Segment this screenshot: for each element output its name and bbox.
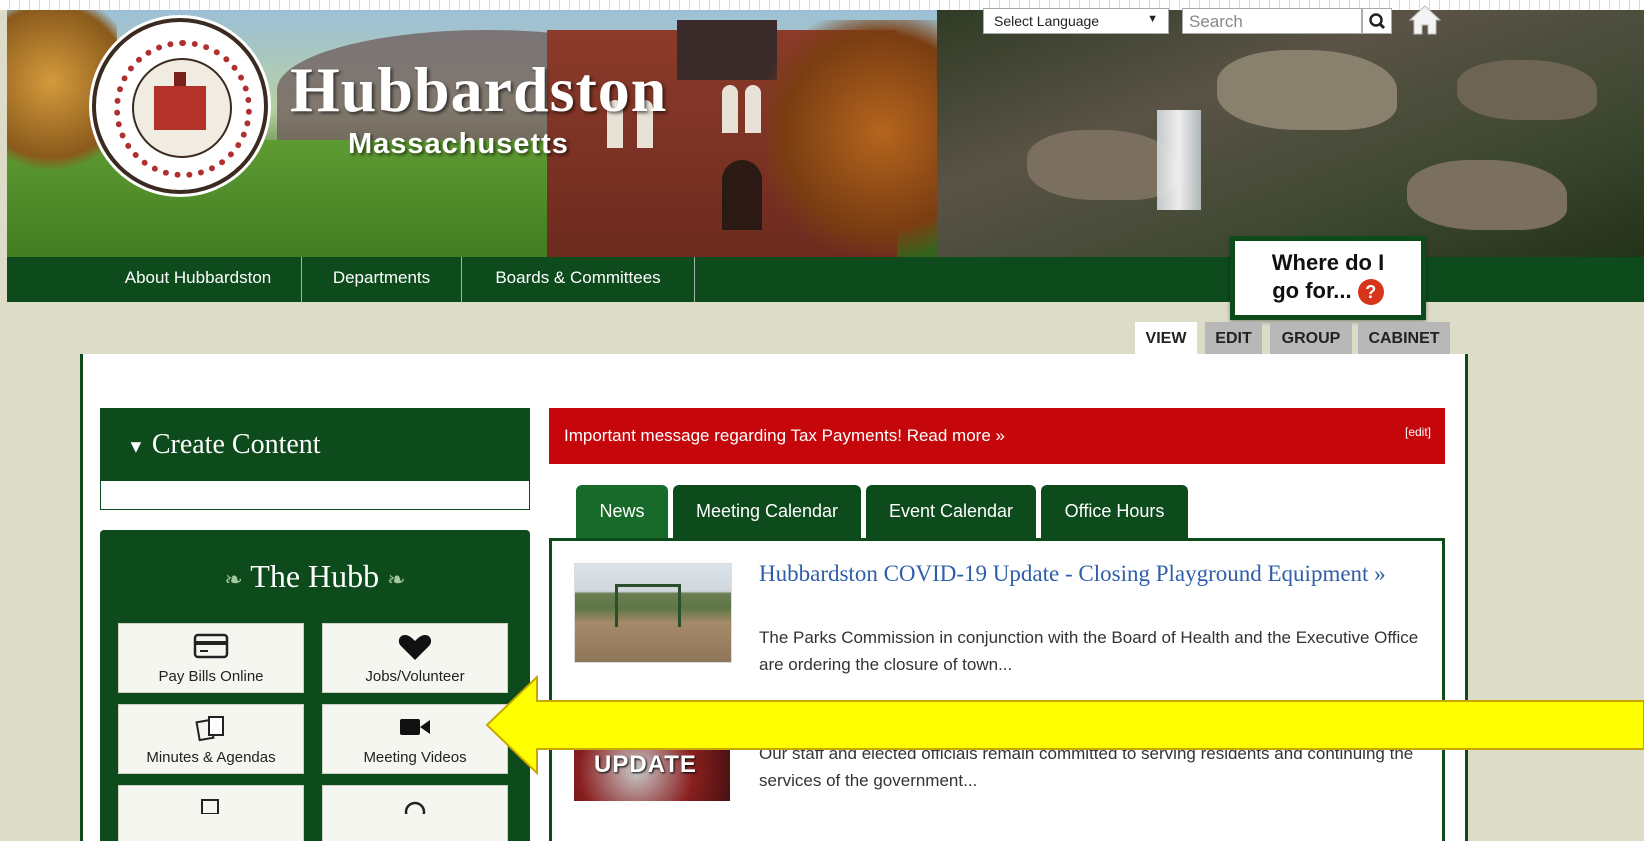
circle-icon [404,801,426,823]
tab-office-hours[interactable]: Office Hours [1041,485,1188,541]
tab-cabinet[interactable]: CABINET [1358,322,1450,356]
tile-jobs-volunteer[interactable]: Jobs/Volunteer [322,623,508,693]
hubb-title: ❧ The Hubb ❧ [100,558,530,595]
site-subtitle: Massachusetts [348,128,569,160]
town-seal-logo[interactable] [92,18,268,194]
search-placeholder: Search [1189,12,1243,31]
banner-rocks [937,10,1644,270]
create-content-toggle[interactable]: ▼ Create Content [101,409,529,481]
where-line-1: Where do I [1271,250,1385,275]
edit-icon [201,799,219,815]
documents-icon [195,716,224,742]
alert-edit-link[interactable]: [edit] [1405,404,1431,460]
home-button[interactable] [1408,4,1442,36]
top-strip [0,0,1644,10]
leaf-icon: ❧ [387,567,406,592]
tab-meeting-calendar[interactable]: Meeting Calendar [673,485,861,541]
tab-news[interactable]: News [576,485,668,541]
tile-label: Meeting Videos [363,749,467,766]
tile-label: Minutes & Agendas [146,749,276,766]
nav-departments[interactable]: Departments [302,257,462,302]
search-button[interactable] [1362,8,1392,34]
tab-view[interactable]: VIEW [1135,322,1197,356]
credit-card-icon [193,633,229,659]
tile-partial[interactable] [322,785,508,841]
chevron-down-icon: ▼ [1147,13,1158,25]
home-icon [1408,5,1442,35]
search-icon [1369,13,1386,30]
news-summary: The Parks Commission in conjunction with… [759,628,1419,674]
site-title[interactable]: Hubbardston [290,58,667,122]
banner-waterfall [1157,110,1201,210]
language-select-label: Select Language [994,13,1100,29]
alert-text[interactable]: Important message regarding Tax Payments… [564,426,1005,445]
tile-label: Jobs/Volunteer [365,668,465,685]
video-camera-icon [400,719,430,735]
create-content-panel: ▼ Create Content [100,408,530,510]
news-title-link[interactable]: Hubbardston COVID-19 Update - Closing Pl… [759,560,1399,588]
heart-icon [398,635,432,660]
tile-meeting-videos[interactable]: Meeting Videos [322,704,508,774]
where-line-2: go for... [1272,278,1352,303]
annotation-arrow [485,675,1644,775]
nav-about[interactable]: About Hubbardston [95,257,302,302]
tile-pay-bills[interactable]: Pay Bills Online [118,623,304,693]
tile-partial[interactable] [118,785,304,841]
search-input[interactable]: Search [1182,8,1362,34]
tab-edit[interactable]: EDIT [1205,322,1262,356]
hubb-title-text: The Hubb [250,558,380,594]
news-thumbnail-playground[interactable] [574,563,732,663]
language-select[interactable]: Select Language ▼ [983,8,1169,34]
nav-boards-committees[interactable]: Boards & Committees [462,257,695,302]
tab-event-calendar[interactable]: Event Calendar [866,485,1036,541]
caret-down-icon: ▼ [127,436,145,457]
tile-label: Pay Bills Online [158,668,264,685]
apple-question-icon: ? [1357,279,1384,306]
tile-minutes-agendas[interactable]: Minutes & Agendas [118,704,304,774]
leaf-icon: ❧ [224,567,243,592]
tab-group[interactable]: GROUP [1270,322,1352,356]
alert-banner[interactable]: Important message regarding Tax Payments… [549,408,1445,464]
where-do-i-go-button[interactable]: Where do I go for... ? [1230,236,1426,320]
create-content-label: Create Content [151,429,321,460]
